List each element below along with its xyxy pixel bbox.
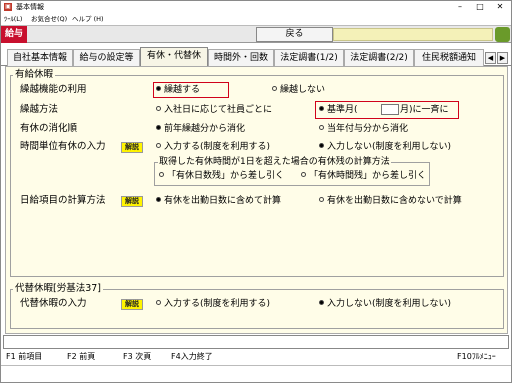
radio-selected-icon xyxy=(319,300,324,305)
menu-inquiry[interactable]: お気合せ(Q) xyxy=(31,14,67,24)
maximize-button[interactable]: □ xyxy=(470,1,490,13)
base-month-input[interactable] xyxy=(381,104,399,115)
radio-unselected-icon xyxy=(156,106,161,111)
function-key-bar: F1 前項目 F2 前頁 F3 次頁 F4入力終了 F10ﾌﾙﾒﾆｭｰ xyxy=(1,350,511,364)
carry-method-month-text-post: 月)に一斉に xyxy=(400,105,449,115)
status-bar xyxy=(1,365,511,382)
f2-button[interactable]: F2 前頁 xyxy=(67,350,95,364)
radio-selected-icon xyxy=(319,143,324,148)
hourly-use-radio[interactable]: 入力する(制度を利用する) xyxy=(156,141,270,153)
window-title: 基本情報 xyxy=(16,3,44,11)
tab-scroll-right-icon[interactable]: ▶ xyxy=(497,52,508,64)
tab-company-info[interactable]: 自社基本情報 xyxy=(7,49,73,66)
salary-calc-include-radio[interactable]: 有休を出勤日数に含めて計算 xyxy=(156,195,281,207)
application-window: ▣ 基本情報 – □ ✕ ﾂｰﾙ(L) お気合せ(Q) ヘルプ (H) 給与 戻… xyxy=(0,0,512,383)
hourly-use-text: 入力する(制度を利用する) xyxy=(164,142,271,152)
f4-button[interactable]: F4入力終了 xyxy=(171,350,213,364)
substitute-label: 代替休暇の入力 xyxy=(20,298,87,309)
hourly-leave-label: 時間単位有休の入力 xyxy=(20,141,106,152)
carry-method-individual-text: 入社日に応じて社員ごとに xyxy=(164,105,273,115)
salary-calc-include-text: 有休を出勤日数に含めて計算 xyxy=(164,196,282,206)
hourly-help-button[interactable]: 解説 xyxy=(121,142,143,153)
usage-order-current-text: 当年付与分から消化 xyxy=(327,124,409,134)
substitute-not-use-radio[interactable]: 入力しない(制度を利用しない) xyxy=(319,298,451,310)
toolbar: 給与 戻る xyxy=(1,25,511,43)
salary-calc-exclude-text: 有休を出勤日数に含めないで計算 xyxy=(327,196,462,206)
substitute-help-button[interactable]: 解説 xyxy=(121,299,143,310)
hourly-remaining-title: 取得した有休時間が1日を超えた場合の有休残の計算方法 xyxy=(158,156,391,168)
menu-tools[interactable]: ﾂｰﾙ(L) xyxy=(4,14,22,24)
carryover-yes-radio[interactable]: 繰越する xyxy=(156,84,200,96)
deduct-days-text: 「有休日数残」から差し引く xyxy=(167,171,285,181)
tab-bar: 自社基本情報 給与の設定等 有休・代替休 時間外・回数 法定調書(1/2) 法定… xyxy=(1,44,511,67)
status-strip xyxy=(333,28,493,41)
app-label: 給与 xyxy=(1,26,27,43)
menu-help[interactable]: ヘルプ (H) xyxy=(72,14,104,24)
carryover-yes-text: 繰越する xyxy=(164,85,201,95)
paid-leave-title: 有給休暇 xyxy=(13,69,56,81)
settings-icon[interactable] xyxy=(495,27,510,42)
tab-statutory-1[interactable]: 法定調書(1/2) xyxy=(274,49,344,66)
menu-bar: ﾂｰﾙ(L) お気合せ(Q) ヘルプ (H) xyxy=(1,13,511,25)
carryover-label: 繰越機能の利用 xyxy=(20,84,87,95)
deduct-hours-radio[interactable]: 「有休時間残」から差し引く xyxy=(301,170,426,182)
carry-method-month-text-pre: 基準月( xyxy=(327,105,358,115)
tab-paid-leave[interactable]: 有休・代替休 xyxy=(140,47,208,67)
hourly-not-use-radio[interactable]: 入力しない(制度を利用しない) xyxy=(319,141,451,153)
carry-method-individual-radio[interactable]: 入社日に応じて社員ごとに xyxy=(156,104,272,116)
title-bar: ▣ 基本情報 – □ ✕ xyxy=(1,1,511,13)
f1-button[interactable]: F1 前項目 xyxy=(6,350,42,364)
substitute-use-text: 入力する(制度を利用する) xyxy=(164,299,271,309)
carryover-no-text: 繰越しない xyxy=(280,85,326,95)
f10-button[interactable]: F10ﾌﾙﾒﾆｭｰ xyxy=(457,350,496,364)
usage-order-previous-text: 前年繰越分から消化 xyxy=(164,124,246,134)
deduct-days-radio[interactable]: 「有休日数残」から差し引く xyxy=(159,170,284,182)
radio-unselected-icon xyxy=(156,300,161,305)
radio-unselected-icon xyxy=(301,172,306,177)
radio-selected-icon xyxy=(319,106,324,111)
radio-unselected-icon xyxy=(156,143,161,148)
close-button[interactable]: ✕ xyxy=(490,1,510,13)
usage-order-previous-radio[interactable]: 前年繰越分から消化 xyxy=(156,123,245,135)
tab-statutory-2[interactable]: 法定調書(2/2) xyxy=(344,49,414,66)
content-panel: 有給休暇 繰越機能の利用 繰越する 繰越しない 繰越方法 入社日に応じて社員ごと… xyxy=(5,66,508,334)
salary-calc-label: 日給項目の計算方法 xyxy=(20,195,106,206)
substitute-use-radio[interactable]: 入力する(制度を利用する) xyxy=(156,298,270,310)
radio-unselected-icon xyxy=(272,86,277,91)
radio-selected-icon xyxy=(156,125,161,130)
radio-selected-icon xyxy=(156,86,161,91)
salary-calc-help-button[interactable]: 解説 xyxy=(121,196,143,207)
deduct-hours-text: 「有休時間残」から差し引く xyxy=(309,171,427,181)
carryover-no-radio[interactable]: 繰越しない xyxy=(272,84,325,96)
substitute-title: 代替休暇[労基法37] xyxy=(13,283,104,295)
command-input[interactable] xyxy=(3,335,509,349)
radio-selected-icon xyxy=(156,197,161,202)
hourly-not-use-text: 入力しない(制度を利用しない) xyxy=(327,142,452,152)
radio-unselected-icon xyxy=(319,125,324,130)
radio-unselected-icon xyxy=(159,172,164,177)
tab-resident-tax[interactable]: 住民税額通知 xyxy=(414,49,484,66)
radio-unselected-icon xyxy=(319,197,324,202)
carry-method-label: 繰越方法 xyxy=(20,104,59,115)
carry-method-month-radio[interactable]: 基準月( xyxy=(319,104,358,116)
minimize-button[interactable]: – xyxy=(450,1,470,13)
f3-button[interactable]: F3 次頁 xyxy=(123,350,151,364)
tab-salary-settings[interactable]: 給与の設定等 xyxy=(73,49,140,66)
usage-order-label: 有休の消化順 xyxy=(20,123,78,134)
back-button[interactable]: 戻る xyxy=(256,27,333,42)
tab-scroll-left-icon[interactable]: ◀ xyxy=(485,52,496,64)
app-icon: ▣ xyxy=(4,3,12,11)
usage-order-current-radio[interactable]: 当年付与分から消化 xyxy=(319,123,408,135)
salary-calc-exclude-radio[interactable]: 有休を出勤日数に含めないで計算 xyxy=(319,195,462,207)
substitute-not-use-text: 入力しない(制度を利用しない) xyxy=(327,299,452,309)
tab-overtime[interactable]: 時間外・回数 xyxy=(208,49,274,66)
